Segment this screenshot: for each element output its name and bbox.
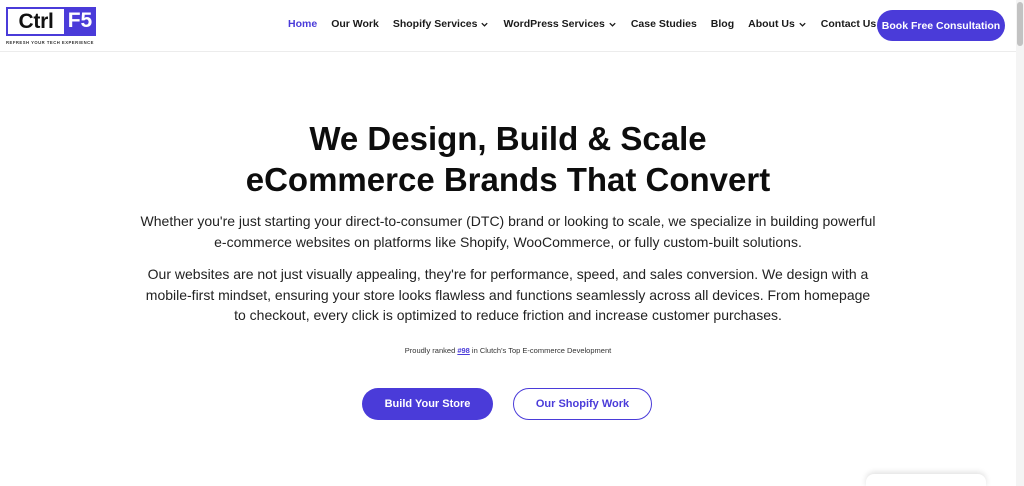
nav-item-our-work[interactable]: Our Work [331,18,379,30]
build-your-store-button[interactable]: Build Your Store [362,388,493,420]
nav-item-label: Case Studies [630,18,697,30]
logo-mark: Ctrl F5 [6,7,98,36]
hero-title: We Design, Build & Scale eCommerce Brand… [0,118,1016,200]
main-nav: Home Our Work Shopify Services WordPress Se… [288,18,890,30]
nav-item-shopify-services[interactable]: Shopify Services [393,18,490,30]
logo-tagline: REFRESH YOUR TECH EXPERIENCE [6,40,94,45]
nav-item-label: About Us [748,18,795,30]
site-header: Ctrl F5 REFRESH YOUR TECH EXPERIENCE Hom… [0,0,1016,52]
logo-f5-text: F5 [64,7,96,36]
nav-item-blog[interactable]: Blog [711,18,734,30]
hero-paragraph-1: Whether you're just starting your direct… [140,213,876,250]
ranked-prefix: Proudly ranked [404,346,458,355]
nav-item-label: WordPress Services [503,18,605,30]
logo-ctrl-text: Ctrl [6,7,64,36]
hero-title-line-1: We Design, Build & Scale [309,120,707,157]
book-consultation-button[interactable]: Book Free Consultation [877,10,1005,41]
nav-item-home[interactable]: Home [288,18,317,30]
chevron-down-icon [480,20,489,29]
ranked-link[interactable]: #98 [457,346,470,355]
clutch-ranking: Proudly ranked #98 in Clutch's Top E-com… [0,346,1016,355]
nav-item-label: Home [288,18,318,30]
page-scrollbar[interactable] [1016,0,1024,486]
scrollbar-thumb[interactable] [1017,2,1023,46]
nav-item-wordpress-services[interactable]: WordPress Services [503,18,616,30]
chevron-down-icon [798,20,807,29]
ranked-suffix: in Clutch's Top E-commerce Development [469,346,612,355]
nav-item-label: Blog [710,18,735,30]
nav-item-label: Contact Us [820,18,877,30]
nav-item-case-studies[interactable]: Case Studies [631,18,697,30]
nav-item-label: Our Work [331,18,379,30]
our-shopify-work-button[interactable]: Our Shopify Work [513,388,652,420]
chevron-down-icon [608,20,617,29]
hero-paragraph-2: Our websites are not just visually appea… [145,266,871,323]
nav-item-about-us[interactable]: About Us [748,18,807,30]
nav-item-label: Shopify Services [392,18,478,30]
hero-title-line-2: eCommerce Brands That Convert [245,161,771,198]
logo[interactable]: Ctrl F5 REFRESH YOUR TECH EXPERIENCE [6,7,98,47]
chat-widget-tab[interactable] [866,474,986,486]
nav-item-contact-us[interactable]: Contact Us [821,18,876,30]
